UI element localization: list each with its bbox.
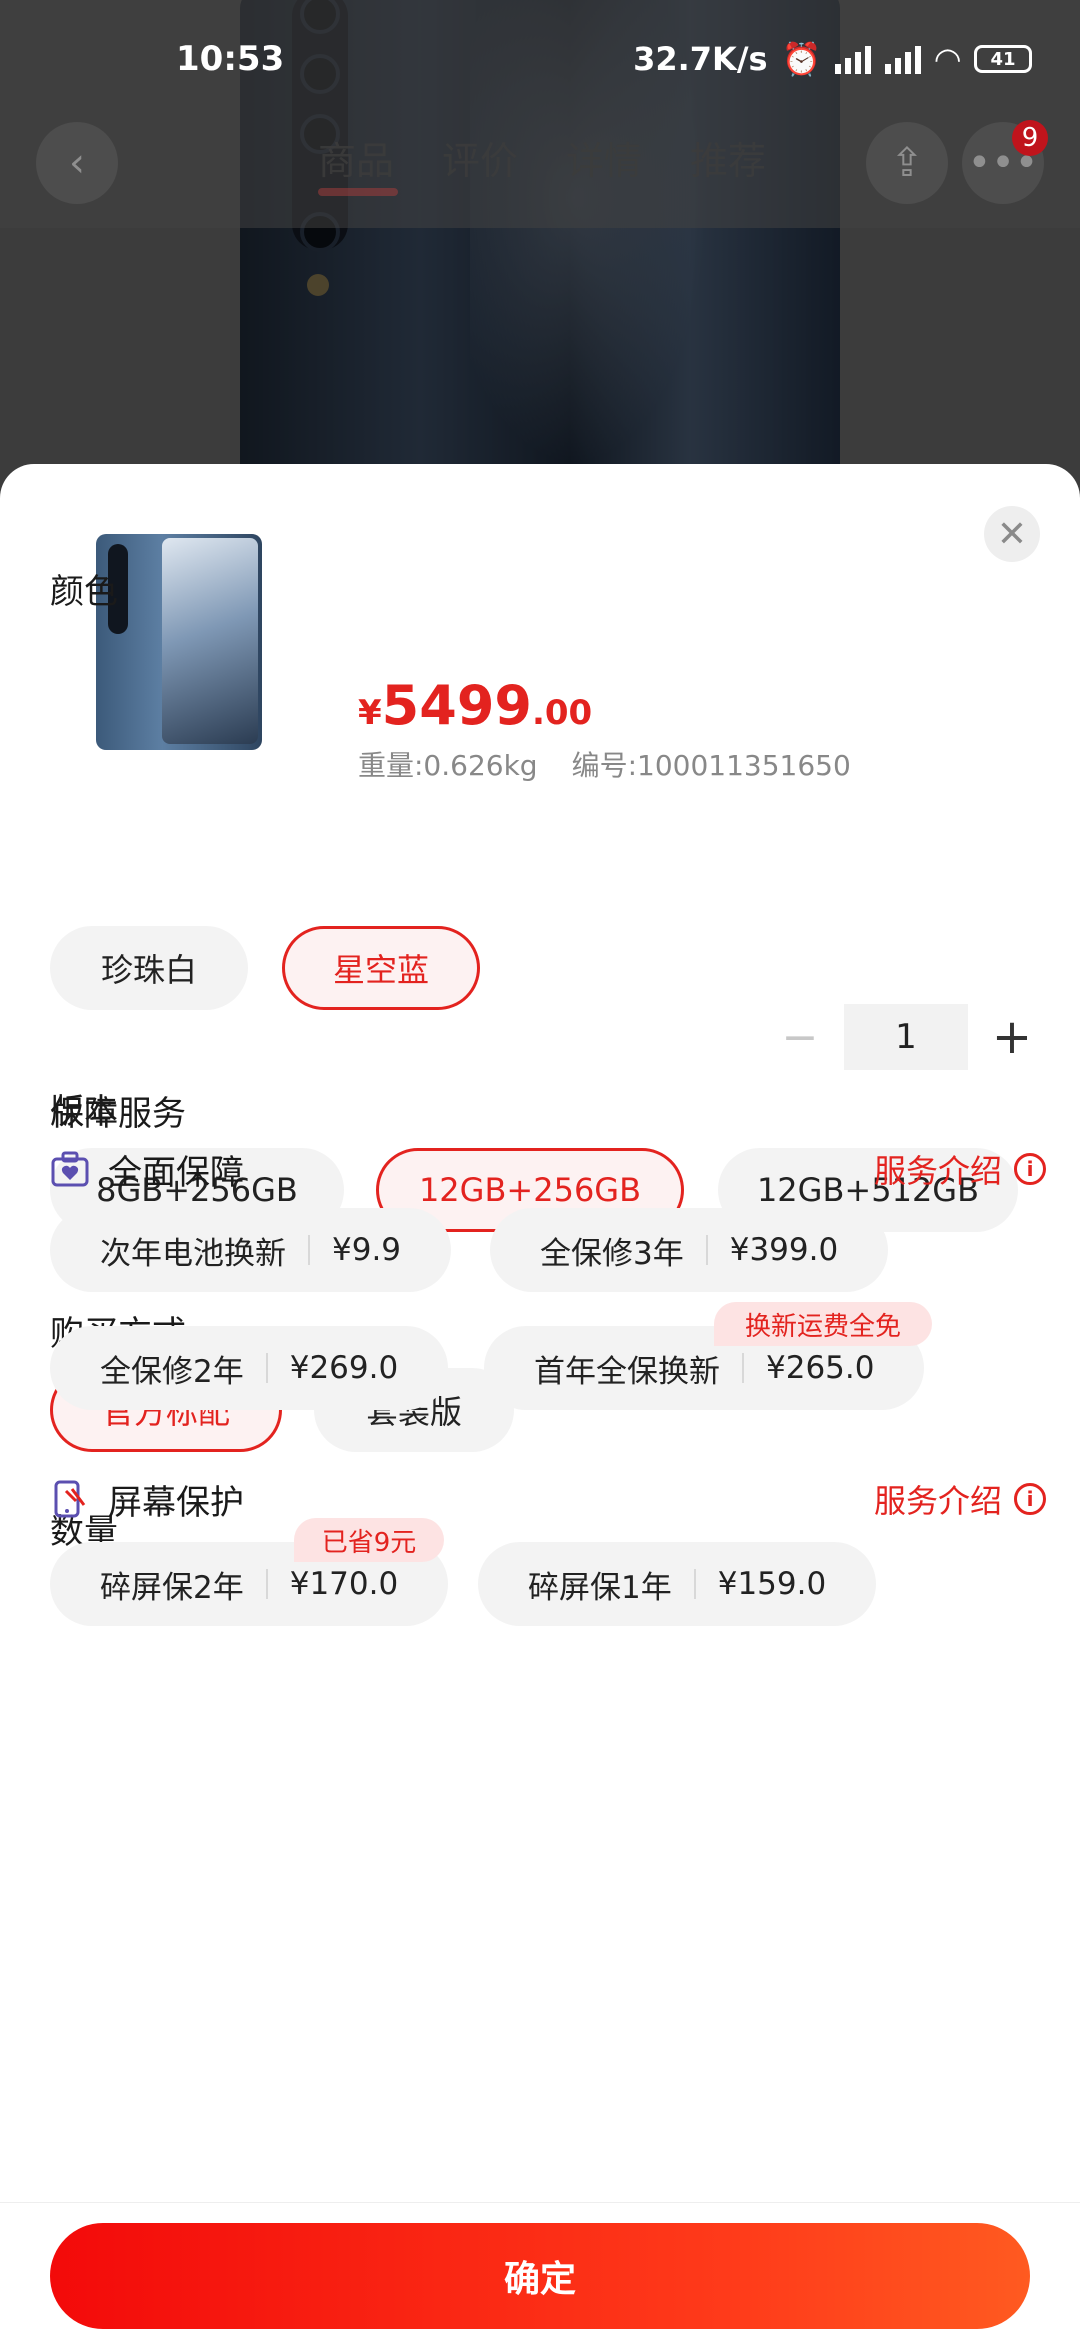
tab-details[interactable]: 详情 [566,130,642,185]
tab-recommend[interactable]: 推荐 [690,130,766,185]
quantity-stepper: − 1 + [768,1004,1044,1070]
network-speed: 32.7K/s [633,40,768,78]
share-icon[interactable]: ⇪ [866,122,948,204]
full-guarantee-header: 全面保障 [50,1144,244,1194]
price-integer: 5499 [381,674,532,737]
quantity-plus-button[interactable]: + [980,1009,1044,1065]
service-name: 首年全保换新 [534,1353,720,1390]
product-sku: 编号:100011351650 [571,749,851,782]
product-meta: 重量:0.626kg 编号:100011351650 [358,744,851,784]
thumb-phone-screen [162,538,258,744]
quantity-minus-button[interactable]: − [768,1012,832,1063]
product-tabs: 商品 评价 详情 推荐 [318,130,766,185]
info-icon: i [1014,1153,1046,1185]
signal-icon [835,44,872,74]
screen-protect-title: 屏幕保护 [108,1482,244,1523]
full-guarantee-intro-link[interactable]: 服务介绍 i [874,1144,1046,1194]
signal-icon [885,44,922,74]
separator [265,1569,268,1599]
info-icon: i [1014,1483,1046,1515]
screen-protect-intro-label: 服务介绍 [873,1482,1002,1520]
full-guarantee-title: 全面保障 [108,1152,244,1193]
color-title: 颜色 [50,572,118,612]
quantity-input[interactable]: 1 [844,1004,968,1070]
alarm-icon: ⏰ [781,40,822,78]
saved-tag: 已省9元 [294,1518,444,1562]
service-price: ¥170.0 [289,1566,399,1602]
full-guarantee-intro-label: 服务介绍 [873,1152,1002,1190]
service-name: 次年电池换新 [100,1235,286,1272]
service-battery-renew[interactable]: 次年电池换新 ¥9.9 [50,1208,452,1292]
sheet-footer: 确定 [0,2202,1080,2340]
price: ¥ 5499 .00 [358,674,592,737]
status-time: 10:53 [176,39,285,79]
close-icon[interactable]: ✕ [984,506,1040,562]
sku-selection-sheet: ✕ ¥ 5499 .00 重量:0.626kg 编号:100011351650 … [0,464,1080,2340]
service-price: ¥399.0 [729,1232,839,1268]
service-name: 碎屏保2年 [100,1569,244,1606]
color-option-blue[interactable]: 星空蓝 [282,926,480,1010]
color-option-white[interactable]: 珍珠白 [50,926,248,1010]
confirm-button[interactable]: 确定 [50,2223,1030,2329]
service-name: 碎屏保1年 [528,1569,672,1606]
shield-bag-icon [51,1151,89,1187]
price-symbol: ¥ [358,693,382,733]
service-price: ¥9.9 [332,1232,402,1268]
service-warranty-2y[interactable]: 全保修2年 ¥269.0 [50,1326,449,1410]
separator [742,1353,744,1383]
service-screen-1y[interactable]: 碎屏保1年 ¥159.0 [478,1542,877,1626]
service-price: ¥159.0 [717,1566,827,1602]
phone-screen-icon [54,1480,86,1518]
price-decimal: .00 [531,693,593,733]
guarantee-title: 保障服务 [50,1094,186,1134]
screen-protect-header: 屏幕保护 [50,1474,244,1524]
service-name: 全保修2年 [100,1353,244,1390]
product-nav-bar: ‹ 商品 评价 详情 推荐 ⇪ ••• 9 [0,118,1080,228]
service-warranty-3y[interactable]: 全保修3年 ¥399.0 [490,1208,889,1292]
battery-level: 41 [990,48,1016,70]
battery-icon: 41 [974,45,1032,73]
tab-product[interactable]: 商品 [318,130,394,185]
separator [693,1569,696,1599]
separator [265,1353,268,1383]
free-shipping-tag: 换新运费全免 [714,1302,932,1346]
tab-reviews[interactable]: 评价 [442,130,518,185]
service-name: 全保修3年 [540,1235,684,1272]
status-bar: 10:53 32.7K/s ⏰ ◠ 41 [0,0,1080,118]
cart-badge: 9 [1012,120,1048,156]
back-icon[interactable]: ‹ [36,122,118,204]
separator [705,1235,708,1265]
separator [308,1235,310,1265]
service-price: ¥265.0 [766,1350,875,1386]
product-thumbnail [96,534,262,750]
wifi-icon: ◠ [935,40,960,78]
tab-underline [318,188,398,196]
screen-protect-intro-link[interactable]: 服务介绍 i [874,1474,1046,1524]
service-price: ¥269.0 [289,1350,399,1386]
product-weight: 重量:0.626kg [358,749,538,782]
